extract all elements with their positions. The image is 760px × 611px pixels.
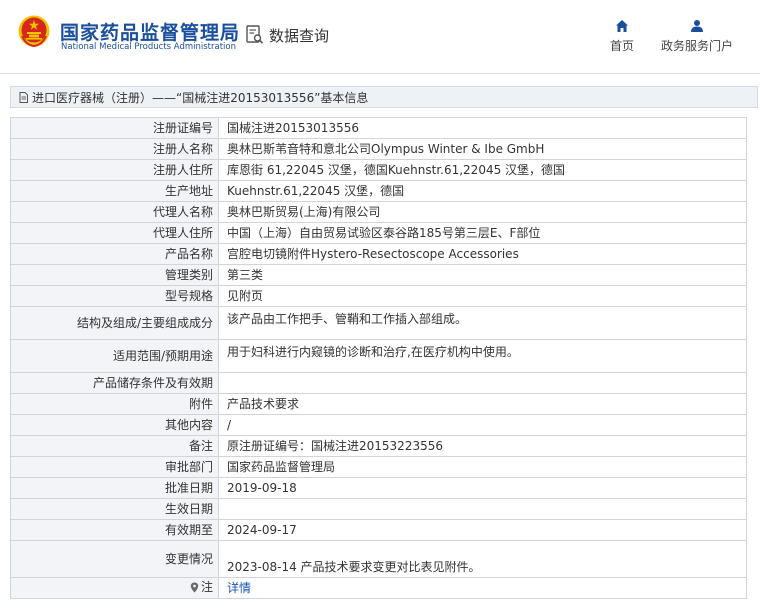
table-row: 批准日期 2019-09-18 bbox=[10, 477, 747, 499]
document-icon bbox=[19, 91, 28, 103]
table-row: 有效期至 2024-09-17 bbox=[10, 519, 747, 541]
row-label: 生产地址 bbox=[10, 180, 219, 202]
note-label: 注 bbox=[200, 580, 213, 595]
data-query-label: 数据查询 bbox=[269, 26, 330, 45]
table-row: 备注 原注册证编号：国械注进20153223556 bbox=[10, 435, 747, 457]
row-value: 详情 bbox=[218, 577, 747, 599]
row-value: 奥林巴斯苇音特和意北公司Olympus Winter & Ibe GmbH bbox=[218, 138, 747, 160]
row-label: 注册人住所 bbox=[10, 159, 219, 181]
site-title: 国家药品监督管理局 bbox=[60, 22, 241, 44]
row-value: 2019-09-18 bbox=[218, 477, 747, 499]
home-icon bbox=[616, 20, 628, 32]
table-row: 管理类别 第三类 bbox=[10, 264, 747, 286]
site-subtitle: National Medical Products Administration bbox=[61, 42, 236, 52]
table-row: 结构及组成/主要组成成分 该产品由工作把手、管鞘和工作插入部组成。 bbox=[10, 306, 747, 340]
row-label: 型号规格 bbox=[10, 285, 219, 307]
nav-home-label: 首页 bbox=[610, 39, 635, 53]
table-row: 注 详情 bbox=[10, 577, 747, 599]
row-value: / bbox=[218, 414, 747, 436]
row-label: 附件 bbox=[10, 393, 219, 415]
row-label: 注 bbox=[10, 577, 219, 599]
row-label: 结构及组成/主要组成成分 bbox=[10, 306, 219, 340]
table-row: 代理人住所 中国（上海）自由贸易试验区泰谷路185号第三层E、F部位 bbox=[10, 222, 747, 244]
row-value: 2024-09-17 bbox=[218, 519, 747, 541]
row-label: 代理人名称 bbox=[10, 201, 219, 223]
row-label: 备注 bbox=[10, 435, 219, 457]
row-label: 产品名称 bbox=[10, 243, 219, 265]
table-row: 注册人名称 奥林巴斯苇音特和意北公司Olympus Winter & Ibe Gm… bbox=[10, 138, 747, 160]
row-label: 生效日期 bbox=[10, 498, 219, 520]
site-header: 国家药品监督管理局 National Medical Products Admi… bbox=[0, 0, 760, 74]
row-value: 国家药品监督管理局 bbox=[218, 456, 747, 478]
breadcrumb: 进口医疗器械（注册）——“国械注进20153013556”基本信息 bbox=[10, 86, 758, 108]
table-row: 生产地址 Kuehnstr.61,22045 汉堡，德国 bbox=[10, 180, 747, 202]
row-value: 库恩街 61,22045 汉堡，德国Kuehnstr.61,22045 汉堡，德… bbox=[218, 159, 747, 181]
row-value: 该产品由工作把手、管鞘和工作插入部组成。 bbox=[218, 306, 747, 340]
nav-home[interactable]: 首页 bbox=[610, 19, 634, 54]
table-row: 型号规格 见附页 bbox=[10, 285, 747, 307]
table-row: 产品储存条件及有效期 bbox=[10, 372, 747, 394]
row-label: 产品储存条件及有效期 bbox=[10, 372, 219, 394]
location-pin-icon bbox=[190, 582, 199, 593]
user-icon bbox=[691, 20, 703, 32]
nav-service-portal[interactable]: 政务服务门户 bbox=[661, 19, 733, 54]
row-value: 第三类 bbox=[218, 264, 747, 286]
national-emblem-icon bbox=[18, 15, 50, 48]
row-value: 见附页 bbox=[218, 285, 747, 307]
table-row: 生效日期 bbox=[10, 498, 747, 520]
table-row: 变更情况 2023-08-14 产品技术要求变更对比表见附件。 bbox=[10, 540, 747, 578]
row-value: 国械注进20153013556 bbox=[218, 117, 747, 139]
table-row: 审批部门 国家药品监督管理局 bbox=[10, 456, 747, 478]
row-value: 原注册证编号：国械注进20153223556 bbox=[218, 435, 747, 457]
row-label: 批准日期 bbox=[10, 477, 219, 499]
row-label: 注册人名称 bbox=[10, 138, 219, 160]
row-value: 中国（上海）自由贸易试验区泰谷路185号第三层E、F部位 bbox=[218, 222, 747, 244]
table-row: 代理人名称 奥林巴斯贸易(上海)有限公司 bbox=[10, 201, 747, 223]
row-value bbox=[218, 372, 747, 394]
document-search-icon bbox=[246, 25, 264, 44]
row-value: 奥林巴斯贸易(上海)有限公司 bbox=[218, 201, 747, 223]
row-label: 变更情况 bbox=[10, 540, 219, 578]
row-value: 2023-08-14 产品技术要求变更对比表见附件。 bbox=[218, 540, 747, 578]
row-label: 代理人住所 bbox=[10, 222, 219, 244]
row-value: Kuehnstr.61,22045 汉堡，德国 bbox=[218, 180, 747, 202]
table-row: 其他内容 / bbox=[10, 414, 747, 436]
table-row: 注册证编号 国械注进20153013556 bbox=[10, 117, 747, 139]
row-label: 有效期至 bbox=[10, 519, 219, 541]
device-info-table: 注册证编号 国械注进20153013556 注册人名称 奥林巴斯苇音特和意北公司Ol… bbox=[10, 117, 747, 599]
table-row: 附件 产品技术要求 bbox=[10, 393, 747, 415]
row-label: 适用范围/预期用途 bbox=[10, 339, 219, 373]
row-value: 产品技术要求 bbox=[218, 393, 747, 415]
row-value: 用于妇科进行内窥镜的诊断和治疗,在医疗机构中使用。 bbox=[218, 339, 747, 373]
table-row: 产品名称 宫腔电切镜附件Hystero-Resectoscope Accessor… bbox=[10, 243, 747, 265]
details-link[interactable]: 详情 bbox=[227, 581, 251, 595]
breadcrumb-text: 进口医疗器械（注册）——“国械注进20153013556”基本信息 bbox=[32, 90, 369, 105]
row-label: 其他内容 bbox=[10, 414, 219, 436]
row-value bbox=[218, 498, 747, 520]
table-row: 适用范围/预期用途 用于妇科进行内窥镜的诊断和治疗,在医疗机构中使用。 bbox=[10, 339, 747, 373]
row-label: 审批部门 bbox=[10, 456, 219, 478]
nav-service-label: 政务服务门户 bbox=[661, 39, 734, 53]
row-value: 宫腔电切镜附件Hystero-Resectoscope Accessories bbox=[218, 243, 747, 265]
table-row: 注册人住所 库恩街 61,22045 汉堡，德国Kuehnstr.61,22045… bbox=[10, 159, 747, 181]
row-label: 管理类别 bbox=[10, 264, 219, 286]
row-label: 注册证编号 bbox=[10, 117, 219, 139]
data-query-link[interactable]: 数据查询 bbox=[246, 24, 329, 46]
